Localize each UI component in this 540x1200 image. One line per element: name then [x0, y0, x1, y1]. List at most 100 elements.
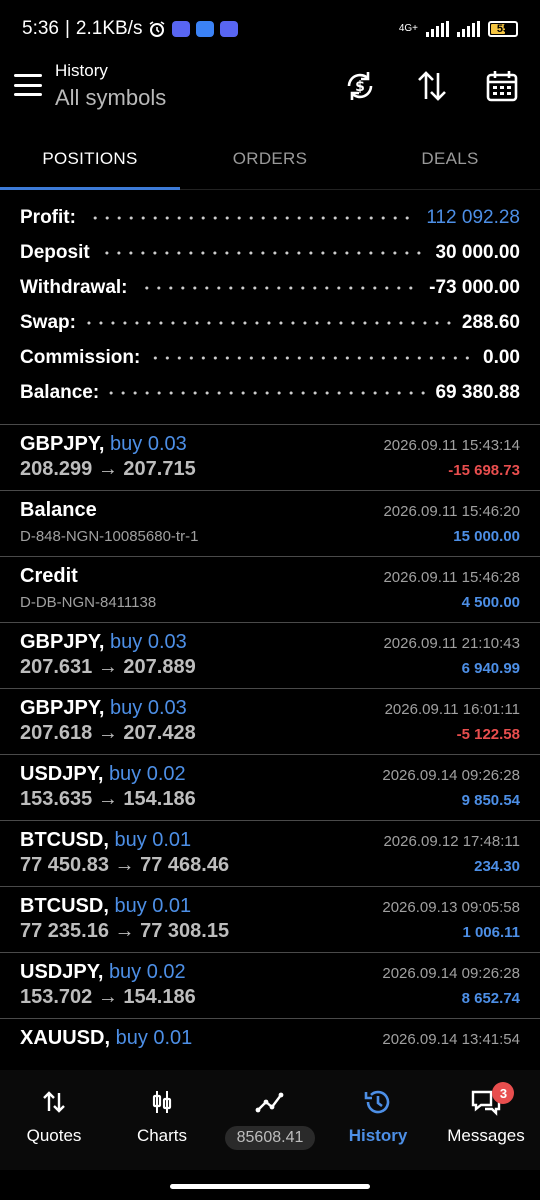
messenger-app-icon	[196, 21, 215, 37]
home-indicator[interactable]	[170, 1184, 370, 1189]
row-time: 2026.09.12 17:48:11	[383, 833, 520, 850]
list-item[interactable]: GBPJPY, buy 0.03 207.618 → 207.428 2026.…	[0, 689, 540, 755]
sync-currency-icon[interactable]: $	[342, 68, 378, 104]
row-symbol: BTCUSD,	[20, 895, 109, 917]
sort-icon[interactable]	[414, 68, 450, 104]
row-symbol: GBPJPY,	[20, 697, 105, 719]
candlestick-icon	[149, 1086, 175, 1118]
tab-positions[interactable]: POSITIONS	[0, 128, 180, 189]
row-profit: 15 000.00	[453, 528, 520, 545]
signal-icon	[426, 21, 449, 37]
discord-app-icon	[172, 21, 191, 37]
summary-label: Profit:	[20, 206, 76, 228]
summary-value: 30 000.00	[435, 241, 520, 263]
row-symbol: USDJPY,	[20, 763, 104, 785]
dot-leader	[137, 285, 420, 290]
row-time: 2026.09.11 15:46:20	[383, 503, 520, 520]
row-symbol: Balance	[20, 499, 97, 521]
menu-icon[interactable]	[14, 74, 42, 96]
row-prices: 208.299 → 207.715	[20, 458, 196, 480]
positions-list[interactable]: GBPJPY, buy 0.03 208.299 → 207.715 2026.…	[0, 424, 540, 1070]
history-clock-icon	[363, 1086, 393, 1118]
dot-leader	[109, 390, 426, 395]
row-profit: 4 500.00	[461, 594, 520, 611]
row-profit: 1 006.11	[462, 924, 520, 941]
nav-charts[interactable]: Charts	[108, 1070, 216, 1170]
summary-profit: Profit: 112 092.28	[20, 200, 520, 235]
dot-leader	[85, 215, 417, 220]
dot-leader	[85, 320, 452, 325]
discord-app-icon	[220, 21, 239, 37]
network-type: 4G+	[398, 23, 418, 34]
row-time: 2026.09.13 09:05:58	[382, 899, 520, 916]
summary-label: Deposit	[20, 241, 90, 263]
nav-label: History	[348, 1126, 408, 1145]
list-item[interactable]: GBPJPY, buy 0.03 208.299 → 207.715 2026.…	[0, 425, 540, 491]
symbol-filter[interactable]: All symbols	[55, 85, 166, 111]
nav-label: Charts	[136, 1126, 188, 1145]
status-separator: |	[64, 18, 70, 39]
row-prices: 153.702 → 154.186	[20, 986, 196, 1008]
balance-pill: 85608.41	[224, 1126, 316, 1150]
list-item[interactable]: USDJPY, buy 0.02 153.702 → 154.186 2026.…	[0, 953, 540, 1019]
tab-deals[interactable]: DEALS	[360, 128, 540, 189]
summary-swap: Swap: 288.60	[20, 305, 520, 340]
row-time: 2026.09.14 09:26:28	[382, 767, 520, 784]
row-side: buy 0.03	[110, 433, 187, 455]
row-comment: D-848-NGN-10085680-tr-1	[20, 528, 199, 545]
nav-quotes[interactable]: Quotes	[0, 1070, 108, 1170]
nav-label: Quotes	[26, 1126, 82, 1145]
list-item[interactable]: Credit D-DB-NGN-8411138 2026.09.11 15:46…	[0, 557, 540, 623]
list-item[interactable]: XAUUSD, buy 0.01 2026.09.14 13:41:54	[0, 1019, 540, 1070]
row-side: buy 0.01	[114, 895, 192, 917]
row-prices: 207.631 → 207.889	[20, 656, 196, 678]
list-item[interactable]: USDJPY, buy 0.02 153.635 → 154.186 2026.…	[0, 755, 540, 821]
row-comment: D-DB-NGN-8411138	[20, 594, 157, 611]
row-side: buy 0.01	[115, 1027, 193, 1049]
row-symbol: XAUUSD,	[20, 1027, 111, 1049]
summary-value: -73 000.00	[429, 276, 520, 298]
summary-balance: Balance: 69 380.88	[20, 375, 520, 410]
row-prices: 77 450.83 → 77 468.46	[20, 854, 230, 876]
summary-label: Swap:	[20, 311, 76, 333]
row-profit: 9 850.54	[461, 792, 520, 809]
app-header: History All symbols $	[0, 58, 540, 126]
nav-trade[interactable]: 85608.41	[216, 1070, 324, 1170]
quotes-icon	[41, 1086, 67, 1118]
row-symbol: GBPJPY,	[20, 433, 105, 455]
row-profit: 6 940.99	[461, 660, 520, 677]
summary-commission: Commission: 0.00	[20, 340, 520, 375]
row-symbol: GBPJPY,	[20, 631, 105, 653]
row-time: 2026.09.11 21:10:43	[383, 635, 520, 652]
summary-label: Balance:	[20, 381, 100, 403]
list-item[interactable]: Balance D-848-NGN-10085680-tr-1 2026.09.…	[0, 491, 540, 557]
row-profit: 234.30	[474, 858, 520, 875]
row-profit: 8 652.74	[461, 990, 520, 1007]
tab-orders[interactable]: ORDERS	[180, 128, 360, 189]
tab-bar: POSITIONS ORDERS DEALS	[0, 128, 540, 190]
calendar-icon[interactable]	[484, 68, 520, 104]
nav-messages[interactable]: 3 Messages	[432, 1070, 540, 1170]
svg-text:$: $	[355, 79, 365, 95]
trend-line-icon	[255, 1086, 285, 1118]
row-symbol: Credit	[20, 565, 78, 587]
row-symbol: BTCUSD,	[20, 829, 109, 851]
row-time: 2026.09.14 09:26:28	[382, 965, 520, 982]
dot-leader	[99, 250, 426, 255]
row-side: buy 0.03	[110, 697, 187, 719]
row-prices: 77 235.16 → 77 308.15	[20, 920, 230, 942]
summary-deposit: Deposit 30 000.00	[20, 235, 520, 270]
row-time: 2026.09.11 16:01:11	[384, 701, 520, 718]
row-time: 2026.09.14 13:41:54	[382, 1031, 520, 1048]
row-side: buy 0.02	[108, 961, 186, 983]
list-item[interactable]: BTCUSD, buy 0.01 77 450.83 → 77 468.46 2…	[0, 821, 540, 887]
list-item[interactable]: BTCUSD, buy 0.01 77 235.16 → 77 308.15 2…	[0, 887, 540, 953]
signal-icon	[457, 21, 480, 37]
row-symbol: USDJPY,	[20, 961, 104, 983]
list-item[interactable]: GBPJPY, buy 0.03 207.631 → 207.889 2026.…	[0, 623, 540, 689]
row-time: 2026.09.11 15:46:28	[383, 569, 520, 586]
row-profit: -5 122.58	[456, 726, 520, 743]
row-prices: 153.635 → 154.186	[20, 788, 196, 810]
nav-history[interactable]: History	[324, 1070, 432, 1170]
battery-icon: 55	[488, 21, 518, 37]
